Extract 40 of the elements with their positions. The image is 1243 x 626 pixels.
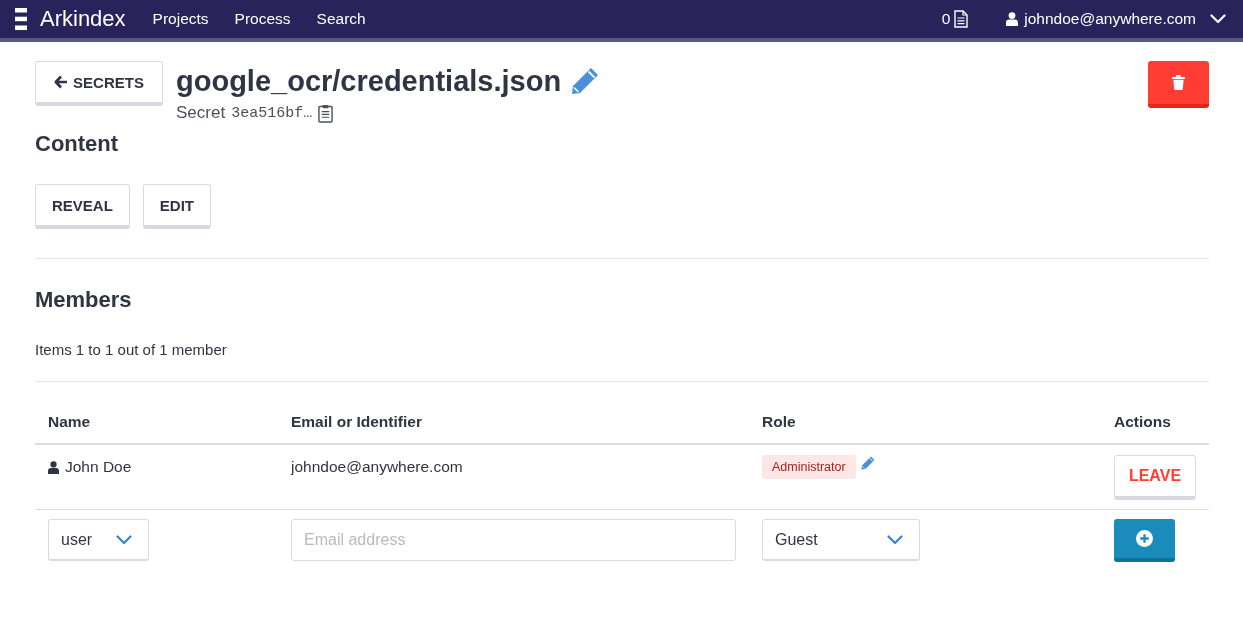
user-menu[interactable]: johndoe@anywhere.com: [1024, 10, 1196, 28]
chevron-down-icon: [887, 534, 903, 545]
column-header: Role: [749, 382, 1101, 445]
leave-button[interactable]: LEAVE: [1114, 455, 1196, 500]
user-icon: [48, 460, 59, 474]
menu-icon[interactable]: [15, 8, 27, 30]
plus-circle-icon: [1136, 530, 1153, 547]
brand-name[interactable]: Arkindex: [40, 6, 126, 32]
arrow-left-icon: [54, 75, 69, 89]
nav-link[interactable]: Process: [234, 10, 291, 28]
column-header: Email or Identifier: [278, 382, 749, 445]
edit-role-icon[interactable]: [859, 455, 876, 471]
document-icon[interactable]: [954, 10, 969, 28]
add-member-button[interactable]: [1114, 519, 1175, 562]
nav-link[interactable]: Projects: [152, 10, 209, 28]
back-button[interactable]: SECRETS: [35, 61, 163, 106]
email-input[interactable]: Email address: [291, 519, 736, 561]
content-heading: Content: [35, 131, 120, 157]
trash-icon: [1172, 75, 1185, 90]
column-header: Name: [35, 382, 278, 445]
user-icon: [1006, 12, 1019, 26]
role-select[interactable]: Guest: [762, 519, 920, 561]
clipboard-icon[interactable]: [318, 103, 334, 123]
column-header: Actions: [1101, 382, 1209, 445]
notification-count[interactable]: 0: [941, 10, 951, 28]
chevron-down-icon: [116, 534, 132, 545]
secret-id: 3ea516bf…: [231, 104, 313, 122]
members-heading: Members: [35, 287, 133, 313]
reveal-button[interactable]: REVEAL: [35, 184, 130, 229]
secret-label: Secret: [176, 103, 226, 123]
delete-button[interactable]: [1148, 61, 1209, 108]
nav-link[interactable]: Search: [316, 10, 366, 28]
secret-title: google_ocr/credentials.json: [176, 64, 562, 98]
role-badge: Administrator: [762, 455, 856, 479]
member-name: John Doe: [65, 457, 132, 477]
member-email: johndoe@anywhere.com: [291, 458, 463, 475]
edit-button[interactable]: EDIT: [142, 184, 211, 229]
chevron-down-icon: [1210, 14, 1226, 24]
item-count-text: Items 1 to 1 out of 1 member: [35, 340, 228, 360]
member-type-select[interactable]: user: [48, 519, 149, 561]
